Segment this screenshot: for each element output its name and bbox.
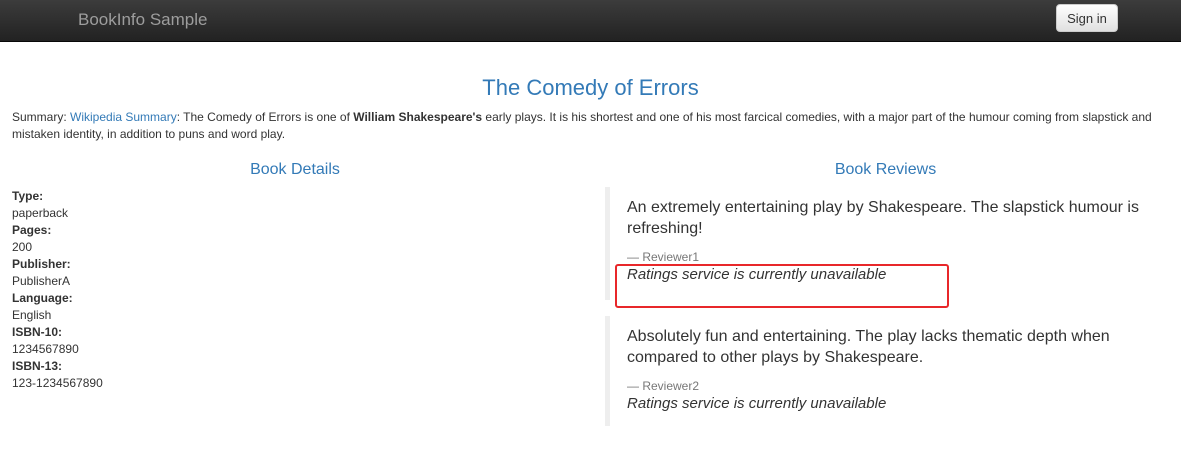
publisher-label: Publisher: xyxy=(12,257,71,271)
rating-status: Ratings service is currently unavailable xyxy=(627,395,887,412)
language-label: Language: xyxy=(12,291,73,305)
isbn13-label: ISBN-13: xyxy=(12,359,63,373)
publisher-value: PublisherA xyxy=(12,274,71,288)
review-text: Absolutely fun and entertaining. The pla… xyxy=(627,328,1110,366)
reviewer-name: — Reviewer2 xyxy=(627,379,700,393)
isbn10-label: ISBN-10: xyxy=(12,325,63,339)
sign-in-button[interactable]: Sign in xyxy=(1056,4,1118,32)
type-value: paperback xyxy=(12,206,69,220)
wikipedia-summary-link[interactable]: Wikipedia Summary xyxy=(70,110,177,124)
language-value: English xyxy=(12,308,52,322)
highlight-box xyxy=(615,264,949,308)
book-details-heading: Book Details xyxy=(250,161,340,178)
summary-text-1: : The Comedy of Errors is one of xyxy=(176,110,354,124)
pages-value: 200 xyxy=(12,240,33,254)
review-text: An extremely entertaining play by Shakes… xyxy=(627,199,1139,237)
summary-prefix: Summary: xyxy=(12,110,71,124)
book-title: The Comedy of Errors xyxy=(482,75,699,100)
book-details-list: Type: paperback Pages: 200 Publisher: Pu… xyxy=(12,188,103,392)
book-summary: Summary: Wikipedia Summary: The Comedy o… xyxy=(12,109,1162,143)
review-card: Absolutely fun and entertaining. The pla… xyxy=(605,316,1145,426)
isbn10-value: 1234567890 xyxy=(12,342,79,356)
brand-link[interactable]: BookInfo Sample xyxy=(78,10,207,30)
book-reviews-heading: Book Reviews xyxy=(834,161,937,178)
isbn13-value: 123-1234567890 xyxy=(12,376,103,390)
navbar: BookInfo Sample Sign in xyxy=(0,0,1181,42)
reviewer-name: — Reviewer1 xyxy=(627,250,700,264)
summary-author: William Shakespeare's xyxy=(353,110,483,124)
pages-label: Pages: xyxy=(12,223,52,237)
type-label: Type: xyxy=(12,189,44,203)
